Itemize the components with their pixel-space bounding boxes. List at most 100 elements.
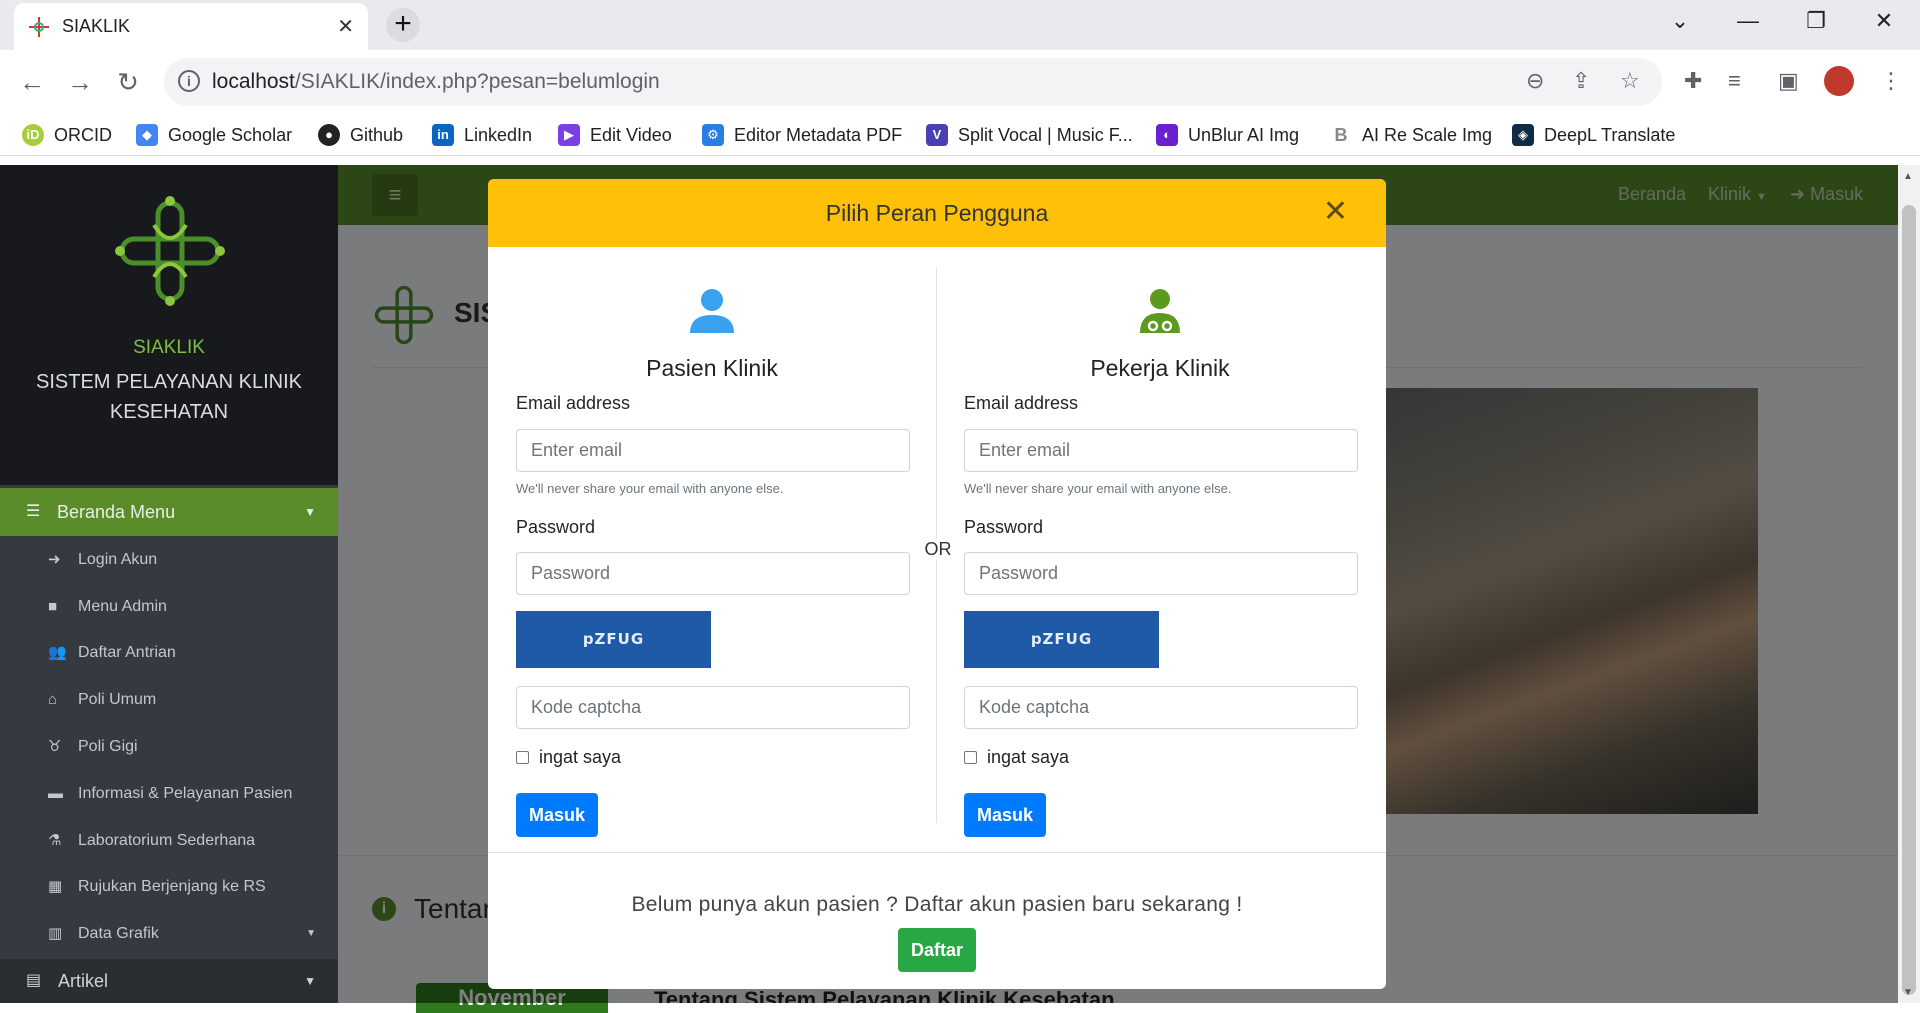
- siaklik-logo-icon: [115, 196, 225, 306]
- captcha-field[interactable]: Kode captcha: [964, 686, 1358, 729]
- sidebar-brand[interactable]: SIAKLIK SISTEM PELAYANAN KLINIK KESEHATA…: [0, 165, 338, 485]
- linkedin-icon: in: [432, 124, 454, 146]
- reload-icon[interactable]: ↻: [112, 67, 144, 99]
- sidebar-item-label: Artikel: [58, 971, 109, 991]
- orcid-icon: iD: [22, 124, 44, 146]
- clinic-house-icon: ⌂: [48, 691, 58, 708]
- captcha-field[interactable]: Kode captcha: [516, 686, 910, 729]
- back-icon[interactable]: ←: [16, 67, 48, 99]
- checkbox[interactable]: [516, 751, 529, 764]
- url-text[interactable]: localhost/SIAKLIK/index.php?pesan=beluml…: [212, 70, 660, 94]
- checkbox[interactable]: [964, 751, 977, 764]
- new-tab-button[interactable]: +: [386, 8, 420, 42]
- bookmark-editor-metadata[interactable]: ⚙ Editor Metadata PDF: [702, 124, 902, 146]
- sidebar-item-data-grafik[interactable]: ▥ Data Grafik ▼: [0, 914, 338, 954]
- remember-checkbox[interactable]: ingat saya: [516, 747, 621, 768]
- remember-label: ingat saya: [539, 747, 622, 767]
- bookmark-star-icon[interactable]: ☆: [1620, 68, 1640, 94]
- window-close-icon[interactable]: ✕: [1864, 8, 1904, 38]
- address-bar[interactable]: i localhost/SIAKLIK/index.php?pesan=belu…: [164, 58, 1662, 106]
- admin-book-icon: ■: [48, 598, 58, 615]
- share-icon[interactable]: ⇪: [1572, 68, 1590, 94]
- scroll-up-icon[interactable]: ▲: [1903, 171, 1913, 182]
- sidebar-item-informasi-pelayanan[interactable]: ▬ Informasi & Pelayanan Pasien: [0, 774, 338, 814]
- modal-title: Pilih Peran Pengguna: [825, 200, 1049, 226]
- bookmark-edit-video[interactable]: ▶ Edit Video: [558, 124, 672, 146]
- email-help-text: We'll never share your email with anyone…: [964, 481, 1232, 496]
- bookmark-deepl[interactable]: ◈ DeepL Translate: [1512, 124, 1675, 146]
- bookmarks-bar: iD ORCID ◆ Google Scholar ● Github in Linked…: [0, 114, 1920, 156]
- caret-down-icon: ▼: [304, 974, 316, 988]
- sidebar-item-poli-gigi[interactable]: ♉ Poli Gigi: [0, 727, 338, 767]
- remember-label: ingat saya: [987, 747, 1070, 767]
- bookmark-split-vocal[interactable]: V Split Vocal | Music F...: [926, 124, 1133, 146]
- password-label: Password: [516, 517, 596, 537]
- hospital-user-icon: ▦: [48, 878, 63, 895]
- sidebar-item-menu-admin[interactable]: ■ Menu Admin: [0, 587, 338, 627]
- modal-footer: Belum punya akun pasien ? Daftar akun pa…: [488, 852, 1386, 989]
- menu-header-beranda[interactable]: ☰ Beranda Menu ▼: [0, 488, 338, 536]
- profile-avatar[interactable]: [1824, 66, 1854, 96]
- sidebar-item-label: Poli Umum: [78, 691, 157, 708]
- panel-title: Pasien Klinik: [646, 355, 778, 381]
- remember-checkbox[interactable]: ingat saya: [964, 747, 1069, 768]
- sidebar-item-label: Data Grafik: [78, 925, 159, 942]
- email-field[interactable]: Enter email: [516, 429, 910, 472]
- sidebar-item-artikel[interactable]: ▤ Artikel ▼: [0, 959, 338, 1003]
- email-help-text: We'll never share your email with anyone…: [516, 481, 784, 496]
- bookmark-google-scholar[interactable]: ◆ Google Scholar: [136, 124, 292, 146]
- sidebar-item-login-akun[interactable]: ➜ Login Akun: [0, 540, 338, 580]
- github-icon: ●: [318, 124, 340, 146]
- password-field[interactable]: Password: [964, 552, 1358, 595]
- bookmark-unblur[interactable]: ◐ UnBlur AI Img: [1156, 124, 1299, 146]
- siaklik-favicon-icon: [29, 16, 49, 37]
- side-panel-icon[interactable]: ▣: [1778, 68, 1799, 94]
- email-field[interactable]: Enter email: [964, 429, 1358, 472]
- register-button[interactable]: Daftar: [898, 928, 976, 972]
- browser-tab[interactable]: SIAKLIK ✕: [14, 3, 368, 50]
- tab-search-chevron-icon[interactable]: ⌄: [1660, 8, 1700, 38]
- sign-in-icon: ➜: [48, 551, 61, 568]
- staff-login-panel: Pekerja Klinik Email address Enter email…: [936, 247, 1384, 847]
- chart-icon: ▥: [48, 925, 63, 942]
- user-icon: [488, 287, 936, 340]
- close-icon[interactable]: ✕: [1323, 197, 1348, 227]
- sidebar-item-daftar-antrian[interactable]: 👥 Daftar Antrian: [0, 633, 338, 673]
- password-field[interactable]: Password: [516, 552, 910, 595]
- deepl-icon: ◈: [1512, 124, 1534, 146]
- doctor-icon: [936, 287, 1384, 340]
- role-selection-modal: Pilih Peran Pengguna ✕ Pasien Klinik Ema…: [488, 179, 1386, 989]
- sidebar-item-rujukan[interactable]: ▦ Rujukan Berjenjang ke RS: [0, 867, 338, 907]
- bookmark-linkedin[interactable]: in LinkedIn: [432, 124, 532, 146]
- caret-down-icon: ▼: [304, 505, 316, 519]
- unblur-icon: ◐: [1156, 124, 1178, 146]
- bookmark-github[interactable]: ● Github: [318, 124, 403, 146]
- bookmark-orcid[interactable]: iD ORCID: [22, 124, 112, 146]
- password-label: Password: [964, 517, 1044, 537]
- zoom-icon[interactable]: ⊖: [1526, 68, 1544, 94]
- tab-title: SIAKLIK: [62, 16, 131, 36]
- brand-title: SIAKLIK: [133, 337, 205, 358]
- browser-menu-icon[interactable]: ⋮: [1880, 68, 1902, 94]
- sidebar-item-laboratorium[interactable]: ⚗ Laboratorium Sederhana: [0, 821, 338, 861]
- scrollbar-thumb[interactable]: [1902, 205, 1916, 995]
- page-scrollbar[interactable]: ▲ ▼: [1898, 165, 1920, 1003]
- tab-close-icon[interactable]: ✕: [337, 14, 354, 39]
- sidebar-item-poli-umum[interactable]: ⌂ Poli Umum: [0, 680, 338, 720]
- patient-login-button[interactable]: Masuk: [516, 793, 598, 837]
- bed-icon: ▬: [48, 785, 63, 802]
- bookmark-rescale[interactable]: B AI Re Scale Img: [1330, 124, 1492, 146]
- extensions-icon[interactable]: ✚: [1684, 68, 1702, 94]
- media-control-icon[interactable]: ≡: [1728, 68, 1741, 94]
- site-info-icon[interactable]: i: [178, 70, 200, 92]
- sidebar-item-label: Login Akun: [78, 551, 158, 568]
- minimize-icon[interactable]: —: [1728, 8, 1768, 38]
- flask-icon: ⚗: [48, 832, 62, 849]
- captcha-image: pZFUG: [516, 611, 711, 668]
- scroll-down-icon[interactable]: ▼: [1903, 987, 1913, 998]
- staff-login-button[interactable]: Masuk: [964, 793, 1046, 837]
- patient-login-panel: Pasien Klinik Email address Enter email …: [488, 247, 936, 847]
- forward-icon[interactable]: →: [64, 67, 96, 99]
- restore-icon[interactable]: ❐: [1796, 8, 1836, 38]
- google-scholar-icon: ◆: [136, 124, 158, 146]
